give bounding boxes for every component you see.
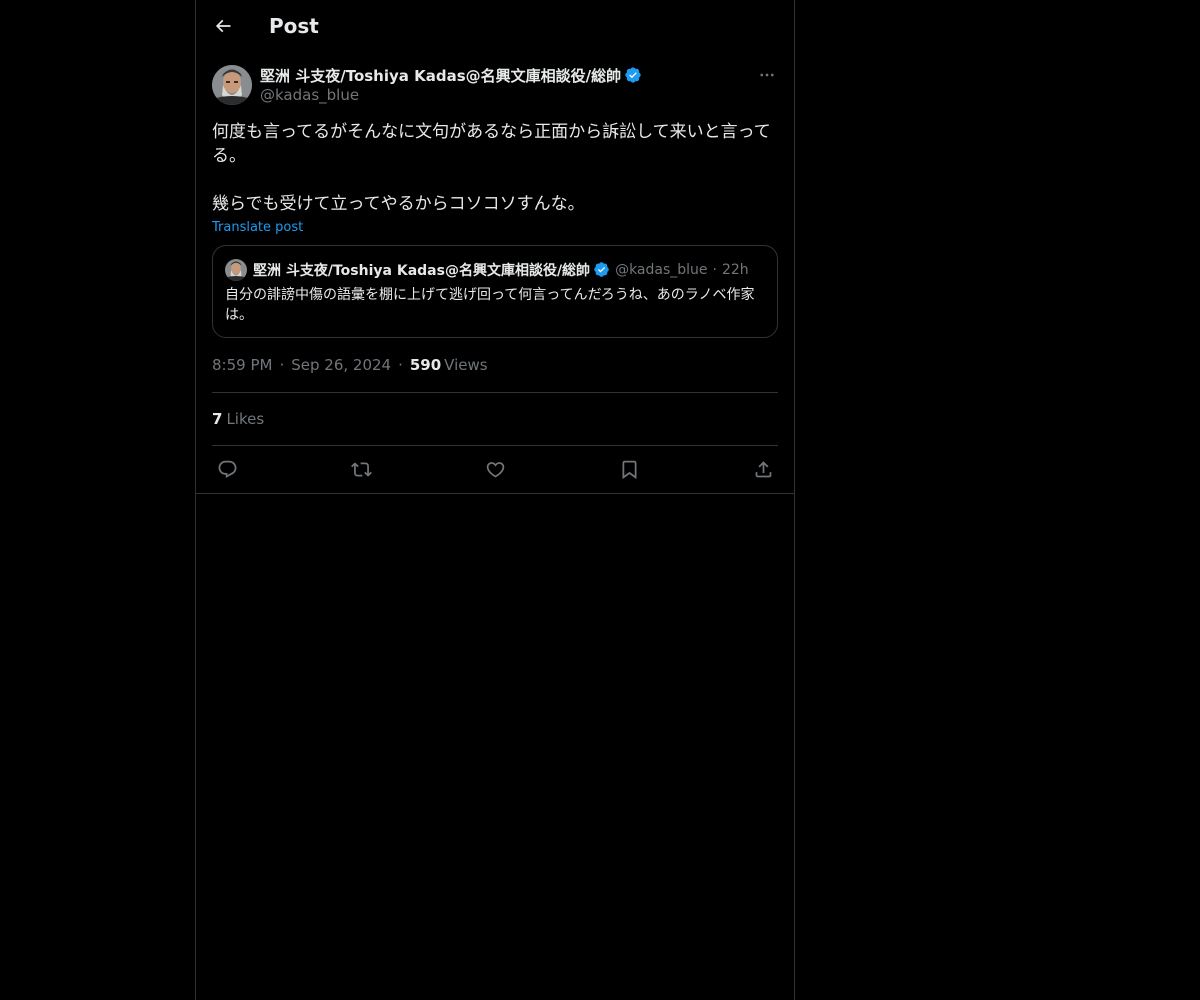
bookmark-button[interactable] (618, 459, 640, 481)
arrow-left-icon (215, 19, 231, 33)
post-article: 堅洲 斗支夜/Toshiya Kadas@名興文庫相談役/総帥 @kadas_b… (196, 64, 794, 494)
page-title: Post (269, 14, 319, 38)
post-meta: 8:59 PM · Sep 26, 2024 · 590 Views (212, 338, 778, 393)
quote-author-handle: @kadas_blue (615, 262, 708, 278)
meta-separator: · (279, 356, 285, 374)
quote-author-avatar (225, 259, 247, 281)
likes-row[interactable]: 7 Likes (212, 393, 778, 446)
quote-text: 自分の誹謗中傷の語彙を棚に上げて逃げ回って何言ってんだろうね、あのラノベ作家は。 (225, 287, 755, 323)
views-count: 590 (409, 356, 442, 374)
likes-count: 7 (212, 410, 223, 428)
author-display-name[interactable]: 堅洲 斗支夜/Toshiya Kadas@名興文庫相談役/総帥 (260, 65, 621, 86)
author-avatar[interactable] (212, 65, 252, 105)
author-handle[interactable]: @kadas_blue (260, 86, 642, 104)
verified-badge-icon (593, 261, 611, 279)
post-date[interactable]: Sep 26, 2024 (291, 356, 391, 374)
like-icon (486, 462, 504, 478)
author-row: 堅洲 斗支夜/Toshiya Kadas@名興文庫相談役/総帥 @kadas_b… (212, 64, 778, 116)
reply-icon (218, 460, 236, 478)
share-icon (755, 461, 771, 478)
action-bar (212, 446, 778, 493)
repost-icon (350, 462, 372, 477)
reply-button[interactable] (216, 459, 238, 481)
back-button[interactable] (208, 11, 238, 41)
quote-header: 堅洲 斗支夜/Toshiya Kadas@名興文庫相談役/総帥 @kadas_b… (225, 258, 765, 282)
translate-post-link[interactable]: Translate post (212, 220, 303, 235)
quote-timestamp: 22h (721, 262, 749, 278)
quoted-post[interactable]: 堅洲 斗支夜/Toshiya Kadas@名興文庫相談役/総帥 @kadas_b… (212, 245, 778, 338)
author-info: 堅洲 斗支夜/Toshiya Kadas@名興文庫相談役/総帥 @kadas_b… (260, 64, 642, 104)
more-options-button[interactable] (756, 64, 778, 86)
verified-badge-icon[interactable] (624, 66, 642, 84)
display-name-row: 堅洲 斗支夜/Toshiya Kadas@名興文庫相談役/総帥 (260, 64, 642, 86)
share-button[interactable] (752, 459, 774, 481)
meta-separator: · (398, 356, 403, 374)
post-text: 何度も言ってるがそんなに文句があるなら正面から訴訟して来いと言ってる。 幾らでも… (212, 122, 771, 214)
post-time[interactable]: 8:59 PM (212, 356, 272, 374)
bookmark-icon (622, 460, 636, 480)
views-label: Views (444, 356, 488, 374)
quote-author-name: 堅洲 斗支夜/Toshiya Kadas@名興文庫相談役/総帥 (253, 263, 591, 279)
avatar-image (212, 65, 252, 105)
page-header: Post (196, 0, 794, 53)
quote-separator: · (712, 262, 717, 278)
like-button[interactable] (484, 459, 506, 481)
more-horizontal-icon (760, 73, 774, 77)
primary-column: Post 堅洲 斗支夜/Toshiya Kadas@名興文庫相談役/総帥 @ka… (195, 0, 795, 1000)
views-link[interactable]: 590 Views (410, 356, 488, 374)
repost-button[interactable] (350, 459, 372, 481)
likes-label: Likes (226, 410, 265, 428)
